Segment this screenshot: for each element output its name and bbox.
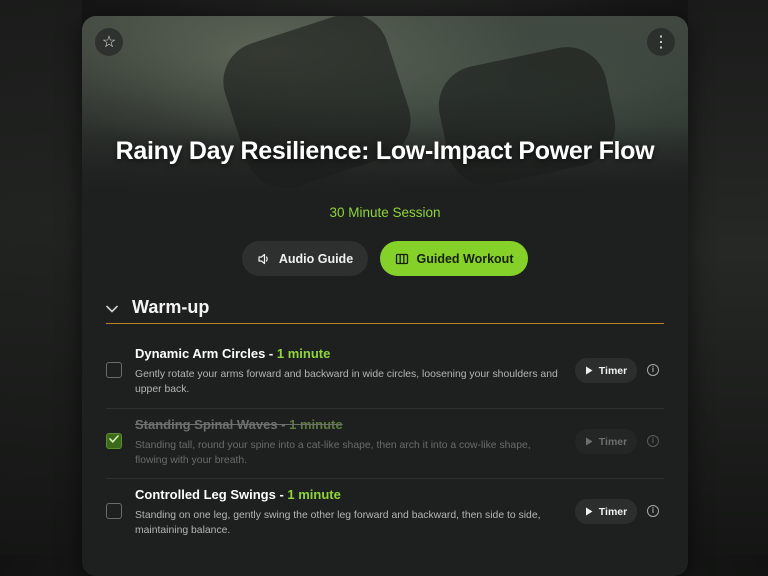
exercise-checkbox[interactable] (106, 433, 122, 449)
exercise-separator: - (265, 346, 277, 361)
exercise-duration: 1 minute (276, 346, 331, 361)
columns-icon (395, 253, 408, 264)
exercise-title: Standing Spinal Waves - 1 minute (135, 417, 343, 432)
exercise-checkbox[interactable] (106, 362, 122, 378)
exercise-item: Standing Spinal Waves - 1 minute Standin… (106, 417, 664, 487)
play-icon (585, 366, 593, 375)
favorite-button[interactable]: ☆ (95, 28, 123, 56)
exercise-checkbox[interactable] (106, 503, 122, 519)
divider (106, 408, 664, 409)
exercise-title: Dynamic Arm Circles - 1 minute (135, 346, 330, 361)
star-icon: ☆ (101, 34, 117, 51)
check-icon (109, 435, 119, 443)
timer-button[interactable]: Timer (575, 499, 637, 524)
background-left (0, 0, 82, 555)
exercise-name: Dynamic Arm Circles (135, 346, 266, 361)
audio-guide-button[interactable]: Audio Guide (242, 241, 368, 276)
workout-card: ☆ ⋮ Rainy Day Resilience: Low-Impact Pow… (82, 16, 688, 576)
info-icon[interactable]: i (647, 364, 659, 376)
guided-workout-label: Guided Workout (416, 251, 514, 266)
exercise-description: Gently rotate your arms forward and back… (135, 369, 558, 395)
info-icon[interactable]: i (647, 435, 659, 447)
more-options-button[interactable]: ⋮ (647, 28, 675, 56)
timer-label: Timer (598, 364, 628, 377)
audio-guide-label: Audio Guide (278, 251, 354, 266)
exercise-duration: 1 minute (287, 487, 341, 502)
exercise-name: Controlled Leg Swings (135, 487, 276, 502)
background-right (688, 0, 768, 555)
timer-button[interactable]: Timer (575, 429, 637, 454)
exercise-name: Standing Spinal Waves (135, 417, 278, 432)
exercise-separator: - (275, 487, 288, 502)
guided-workout-button[interactable]: Guided Workout (380, 241, 528, 276)
exercise-description: Standing on one leg, gently swing the ot… (135, 510, 541, 536)
speaker-icon (258, 253, 268, 264)
timer-label: Timer (598, 435, 628, 448)
exercise-item: Controlled Leg Swings - 1 minute Standin… (106, 487, 664, 557)
play-icon (585, 437, 593, 446)
more-vertical-icon: ⋮ (653, 34, 669, 51)
exercise-separator: - (277, 417, 290, 432)
chevron-down-icon (106, 300, 128, 316)
timer-label: Timer (598, 505, 628, 518)
warmup-section-header[interactable]: Warm-up (106, 292, 664, 324)
exercise-item: Dynamic Arm Circles - 1 minute Gently ro… (106, 346, 664, 416)
hero-image (82, 16, 688, 206)
exercise-description: Standing tall, round your spine into a c… (135, 440, 531, 466)
divider (106, 478, 664, 479)
session-duration: 30 Minute Session (329, 205, 441, 220)
info-icon[interactable]: i (647, 505, 659, 517)
exercise-title: Controlled Leg Swings - 1 minute (135, 487, 341, 502)
play-icon (585, 507, 593, 516)
workout-title: Rainy Day Resilience: Low-Impact Power F… (115, 137, 655, 165)
section-title: Warm-up (132, 297, 210, 317)
timer-button[interactable]: Timer (575, 358, 637, 383)
exercise-duration: 1 minute (289, 417, 343, 432)
